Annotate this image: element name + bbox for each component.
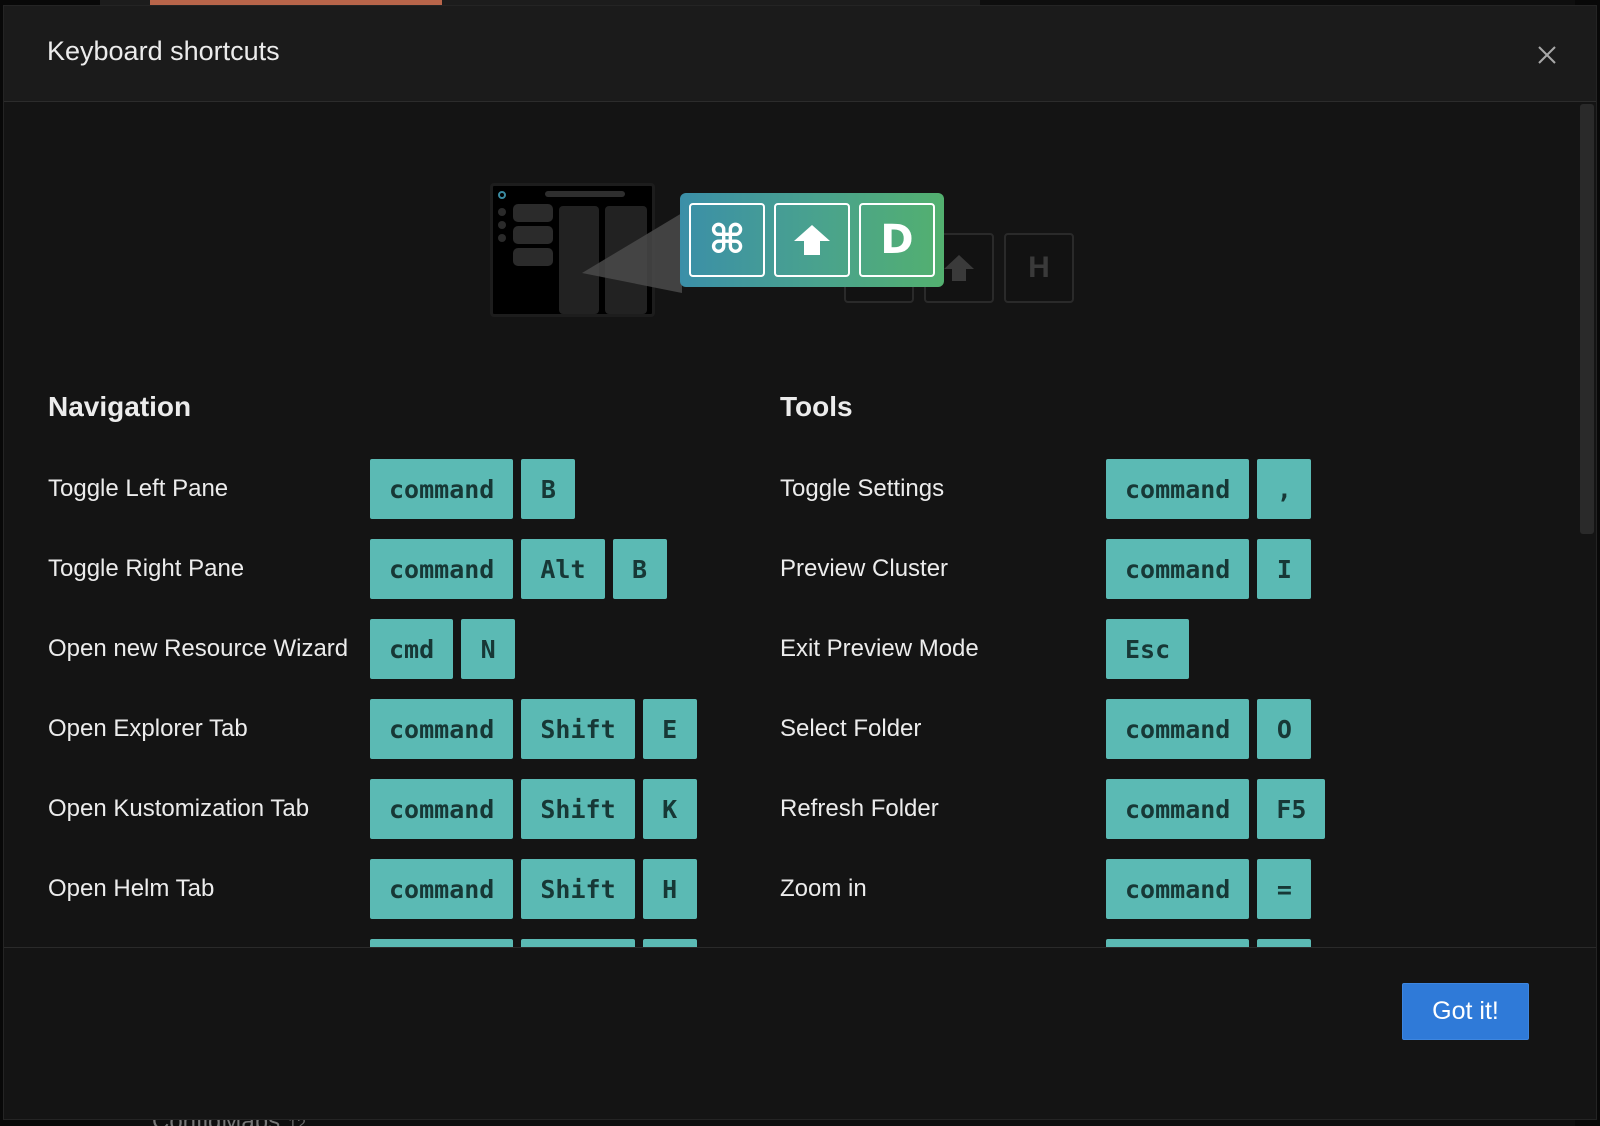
keycap: Alt xyxy=(521,539,605,599)
shortcut-keys: cmd N xyxy=(370,619,516,679)
keycap: Shift xyxy=(521,859,635,919)
keycap: K xyxy=(642,779,697,839)
shift-arrow-icon xyxy=(944,255,974,281)
window-titlebar-illustration xyxy=(545,191,625,197)
keycap: command xyxy=(370,859,514,919)
keycap: , xyxy=(1257,459,1312,519)
keycap: I xyxy=(1257,539,1312,599)
shortcut-label: Exit Preview Mode xyxy=(780,635,979,662)
window-card-illustration xyxy=(513,226,553,244)
shortcut-label: Toggle Settings xyxy=(780,475,945,502)
callout-pointer xyxy=(582,213,682,293)
shortcut-label: Open Kustomization Tab xyxy=(48,795,310,822)
shortcut-label: Open Helm Tab xyxy=(48,875,215,902)
shortcut-keys: Esc xyxy=(1106,619,1190,679)
ghost-h-key: H xyxy=(1004,233,1074,303)
shortcut-row: Refresh Folder command F5 xyxy=(780,779,1480,859)
keycap: F5 xyxy=(1257,779,1326,839)
shortcut-keys: command O xyxy=(1106,699,1312,759)
close-button[interactable] xyxy=(1534,42,1560,68)
shortcut-row: Preview Cluster command I xyxy=(780,539,1480,619)
shortcut-keys: command = xyxy=(1106,859,1312,919)
section-title: Tools xyxy=(780,391,853,422)
highlighted-shortcut-panel: ⌘ D xyxy=(680,193,944,287)
d-key-icon: D xyxy=(859,203,935,277)
got-it-button[interactable]: Got it! xyxy=(1402,983,1529,1040)
close-icon xyxy=(1538,46,1556,64)
shortcut-keys: command Shift K xyxy=(370,779,697,839)
keycap: cmd xyxy=(370,619,454,679)
command-key-icon: ⌘ xyxy=(689,203,765,277)
scrollbar-thumb[interactable] xyxy=(1580,104,1594,534)
navigation-section: Navigation Toggle Left Pane command B Toggl… xyxy=(48,391,748,971)
modal-header: Keyboard shortcuts xyxy=(4,6,1596,102)
keycap: command xyxy=(1106,539,1250,599)
keycap: O xyxy=(1257,699,1312,759)
keycap: command xyxy=(370,779,514,839)
shortcut-label: Refresh Folder xyxy=(780,795,939,822)
shortcut-label: Toggle Left Pane xyxy=(48,475,229,502)
shortcut-keys: command F5 xyxy=(1106,779,1326,839)
keycap: command xyxy=(370,699,514,759)
keycap: Shift xyxy=(521,779,635,839)
window-card-illustration xyxy=(513,248,553,266)
modal-title: Keyboard shortcuts xyxy=(47,36,280,66)
tools-section: Tools Toggle Settings command, Preview Clu… xyxy=(780,391,1480,971)
keycap: command xyxy=(1106,859,1250,919)
keycap: N xyxy=(461,619,516,679)
shortcut-keys: command Shift H xyxy=(370,859,697,919)
modal-body: H ⌘ D Navigation Toggle Left Pane command… xyxy=(4,103,1580,971)
shortcut-keys: command, xyxy=(1106,459,1312,519)
shortcut-row: Open Helm Tab command Shift H xyxy=(48,859,748,939)
keycap: Shift xyxy=(521,699,635,759)
keycap: command xyxy=(1106,779,1250,839)
window-sidebar-illustration xyxy=(497,204,507,314)
shortcut-illustration: H ⌘ D xyxy=(490,183,1090,323)
shortcut-row: Zoom in command = xyxy=(780,859,1480,939)
shortcut-row: Exit Preview Mode Esc xyxy=(780,619,1480,699)
window-card-illustration xyxy=(513,204,553,222)
section-title: Navigation xyxy=(48,391,192,422)
shortcut-label: Zoom in xyxy=(780,875,867,902)
keycap: Esc xyxy=(1106,619,1190,679)
shift-key-icon xyxy=(774,203,850,277)
keycap: = xyxy=(1257,859,1312,919)
shortcut-keys: command Shift E xyxy=(370,699,697,759)
keycap: H xyxy=(642,859,697,919)
shortcut-row: Open new Resource Wizard cmd N xyxy=(48,619,748,699)
shortcut-label: Open Explorer Tab xyxy=(48,715,248,742)
shortcut-row: Open Kustomization Tab command Shift K xyxy=(48,779,748,859)
shortcut-list: Toggle Settings command, Preview Cluster co… xyxy=(780,459,1480,971)
keycap: B xyxy=(612,539,667,599)
shortcut-label: Preview Cluster xyxy=(780,555,949,582)
keycap: B xyxy=(521,459,576,519)
shortcut-keys: command I xyxy=(1106,539,1312,599)
shortcut-label: Toggle Right Pane xyxy=(48,555,245,582)
shortcut-label: Open new Resource Wizard xyxy=(48,635,349,662)
keycap: command xyxy=(370,539,514,599)
keyboard-shortcuts-modal: Keyboard shortcuts H ⌘ D Navigation Togg… xyxy=(3,5,1597,1120)
keycap: command xyxy=(1106,699,1250,759)
modal-footer: Got it! xyxy=(4,947,1596,1119)
shortcut-row: Open Explorer Tab command Shift E xyxy=(48,699,748,779)
shortcut-label: Select Folder xyxy=(780,715,922,742)
shortcut-row: Toggle Right Pane command Alt B xyxy=(48,539,748,619)
window-dot-icon xyxy=(498,191,506,199)
keycap: command xyxy=(370,459,514,519)
shortcut-row: Toggle Left Pane command B xyxy=(48,459,748,539)
shortcut-row: Toggle Settings command, xyxy=(780,459,1480,539)
shortcut-keys: command Alt B xyxy=(370,539,667,599)
shortcut-row: Select Folder command O xyxy=(780,699,1480,779)
shortcut-keys: command B xyxy=(370,459,576,519)
keycap: command xyxy=(1106,459,1250,519)
shift-arrow-icon xyxy=(794,225,830,255)
keycap: E xyxy=(642,699,697,759)
shortcut-list: Toggle Left Pane command B Toggle Right Pan… xyxy=(48,459,748,971)
